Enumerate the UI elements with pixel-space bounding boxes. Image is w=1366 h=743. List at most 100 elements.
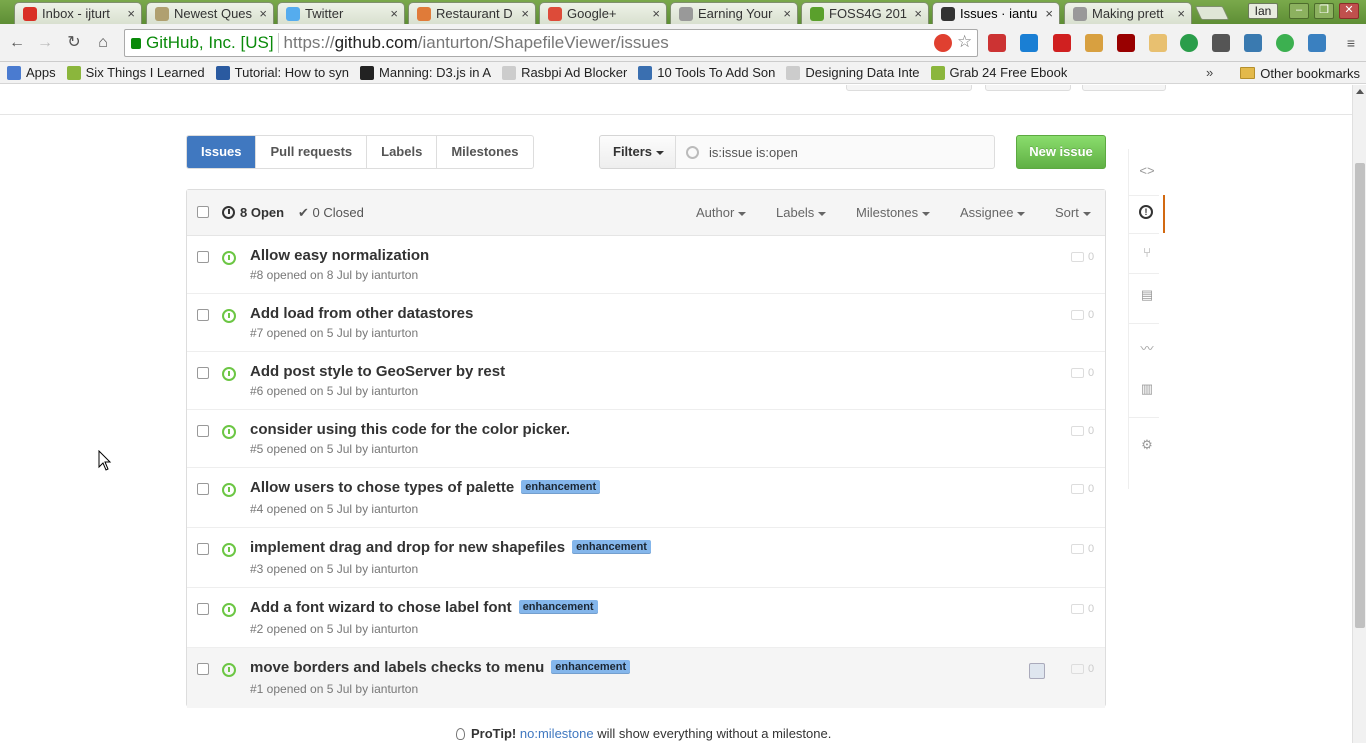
browser-tab[interactable]: FOSS4G 201 × — [801, 2, 929, 24]
issue-checkbox[interactable] — [197, 367, 209, 379]
issue-title-link[interactable]: move borders and labels checks to menu — [250, 659, 544, 676]
comment-count[interactable]: 0 — [1071, 603, 1094, 615]
bookmark-item[interactable]: Apps — [7, 65, 56, 80]
issue-row[interactable]: Add load from other datastores #7 opened … — [187, 294, 1105, 352]
bookmark-item[interactable]: Six Things I Learned — [66, 65, 205, 80]
security-indicator[interactable]: GitHub, Inc. [US] — [125, 33, 279, 53]
extension-icon[interactable] — [1053, 34, 1071, 52]
close-tab-icon[interactable]: × — [652, 6, 660, 21]
restore-button[interactable]: ❐ — [1314, 3, 1334, 19]
issue-title-link[interactable]: Allow easy normalization — [250, 247, 429, 264]
close-window-button[interactable]: ✕ — [1339, 3, 1359, 19]
select-all-checkbox[interactable] — [197, 206, 209, 218]
extension-icon[interactable] — [1212, 34, 1230, 52]
home-icon[interactable]: ⌂ — [92, 32, 114, 54]
sort-filter[interactable]: Sort — [1055, 205, 1091, 220]
issue-checkbox[interactable] — [197, 309, 209, 321]
gmail-extension-icon[interactable] — [988, 34, 1006, 52]
browser-tab[interactable]: Restaurant D × — [408, 2, 536, 24]
subnav-pull-requests[interactable]: Pull requests — [255, 136, 366, 168]
issue-checkbox[interactable] — [197, 663, 209, 675]
issues-icon[interactable]: ! — [1139, 205, 1153, 219]
enhancement-label[interactable]: enhancement — [521, 480, 601, 494]
issue-title-link[interactable]: Allow users to chose types of palette — [250, 479, 514, 496]
milestones-filter[interactable]: Milestones — [856, 205, 931, 220]
issue-row[interactable]: Add post style to GeoServer by rest #6 op… — [187, 352, 1105, 410]
comment-count[interactable]: 0 — [1071, 425, 1094, 437]
close-tab-icon[interactable]: × — [1177, 6, 1185, 21]
adblock-icon[interactable] — [934, 34, 952, 52]
open-issues-filter[interactable]: 8 Open — [222, 205, 284, 220]
pulse-icon[interactable]: 〰 — [1139, 341, 1155, 357]
browser-tab[interactable]: Google+ × — [539, 2, 667, 24]
new-tab-button[interactable] — [1194, 6, 1230, 20]
profile-button[interactable]: Ian — [1248, 3, 1278, 19]
other-bookmarks-folder[interactable]: Other bookmarks — [1240, 62, 1360, 83]
assignee-filter[interactable]: Assignee — [960, 205, 1026, 220]
protip-link[interactable]: no:milestone — [520, 726, 594, 741]
extension-icon[interactable] — [1085, 34, 1103, 52]
bookmark-item[interactable]: Designing Data Inte — [786, 65, 920, 80]
close-tab-icon[interactable]: × — [783, 6, 791, 21]
bookmark-item[interactable]: Rasbpi Ad Blocker — [502, 65, 627, 80]
filters-dropdown[interactable]: Filters — [599, 135, 676, 169]
issue-checkbox[interactable] — [197, 543, 209, 555]
issue-row[interactable]: Add a font wizard to chose label font enh… — [187, 588, 1105, 648]
pushbullet-icon[interactable] — [1180, 34, 1198, 52]
fork-button[interactable] — [1082, 85, 1166, 91]
browser-tab[interactable]: Inbox - ijturt × — [14, 2, 142, 24]
comment-count[interactable]: 0 — [1071, 309, 1094, 321]
comment-count[interactable]: 0 — [1071, 367, 1094, 379]
json-extension-icon[interactable] — [1149, 34, 1167, 52]
minimize-button[interactable]: – — [1289, 3, 1309, 19]
wiki-icon[interactable]: ▤ — [1139, 287, 1155, 303]
subnav-issues[interactable]: Issues — [187, 136, 256, 168]
browser-tab[interactable]: Making prett × — [1064, 2, 1192, 24]
bookmarks-overflow-button[interactable]: » — [1206, 65, 1213, 80]
issue-title-link[interactable]: implement drag and drop for new shapefil… — [250, 539, 565, 556]
issue-title-link[interactable]: Add post style to GeoServer by rest — [250, 363, 505, 380]
search-input[interactable] — [709, 144, 969, 160]
url-text[interactable]: https://github.com/ianturton/ShapefileVi… — [279, 33, 669, 53]
labels-filter[interactable]: Labels — [776, 205, 827, 220]
evernote-icon[interactable] — [1276, 34, 1294, 52]
close-tab-icon[interactable]: × — [127, 6, 135, 21]
extension-icon[interactable] — [1244, 34, 1262, 52]
close-tab-icon[interactable]: × — [521, 6, 529, 21]
issue-checkbox[interactable] — [197, 603, 209, 615]
issue-search[interactable] — [675, 135, 995, 169]
subnav-labels[interactable]: Labels — [366, 136, 436, 168]
bookmark-item[interactable]: Manning: D3.js in A — [360, 65, 491, 80]
issue-row[interactable]: implement drag and drop for new shapefil… — [187, 528, 1105, 588]
enhancement-label[interactable]: enhancement — [551, 660, 631, 674]
ublock-icon[interactable] — [1117, 34, 1135, 52]
new-issue-button[interactable]: New issue — [1016, 135, 1106, 169]
comment-count[interactable]: 0 — [1071, 483, 1094, 495]
pull-request-icon[interactable]: ⑂ — [1139, 245, 1155, 261]
reload-icon[interactable]: ↻ — [63, 32, 85, 54]
code-icon[interactable]: <> — [1139, 163, 1155, 179]
browser-tab[interactable]: Issues · iantu × — [932, 2, 1060, 24]
comment-count[interactable]: 0 — [1071, 251, 1094, 263]
issue-row[interactable]: move borders and labels checks to menu en… — [187, 648, 1105, 708]
address-bar[interactable]: GitHub, Inc. [US] https://github.com/ian… — [124, 29, 978, 57]
close-tab-icon[interactable]: × — [259, 6, 267, 21]
comment-count[interactable]: 0 — [1071, 663, 1094, 675]
watch-button[interactable] — [846, 85, 972, 91]
close-tab-icon[interactable]: × — [1045, 6, 1053, 21]
close-tab-icon[interactable]: × — [390, 6, 398, 21]
enhancement-label[interactable]: enhancement — [518, 600, 598, 614]
browser-tab[interactable]: Newest Ques × — [146, 2, 274, 24]
page-scrollbar[interactable] — [1352, 85, 1366, 743]
author-filter[interactable]: Author — [696, 205, 747, 220]
issue-checkbox[interactable] — [197, 251, 209, 263]
enhancement-label[interactable]: enhancement — [572, 540, 651, 554]
bookmark-item[interactable]: Grab 24 Free Ebook — [930, 65, 1067, 80]
bookmark-item[interactable]: 10 Tools To Add Son — [638, 65, 775, 80]
bookmark-item[interactable]: Tutorial: How to syn — [215, 65, 349, 80]
issue-row[interactable]: consider using this code for the color p… — [187, 410, 1105, 468]
issue-row[interactable]: Allow users to chose types of palette enh… — [187, 468, 1105, 528]
issue-title-link[interactable]: Add load from other datastores — [250, 305, 473, 322]
scrollbar-thumb[interactable] — [1355, 163, 1365, 628]
back-icon[interactable]: ← — [6, 32, 28, 54]
